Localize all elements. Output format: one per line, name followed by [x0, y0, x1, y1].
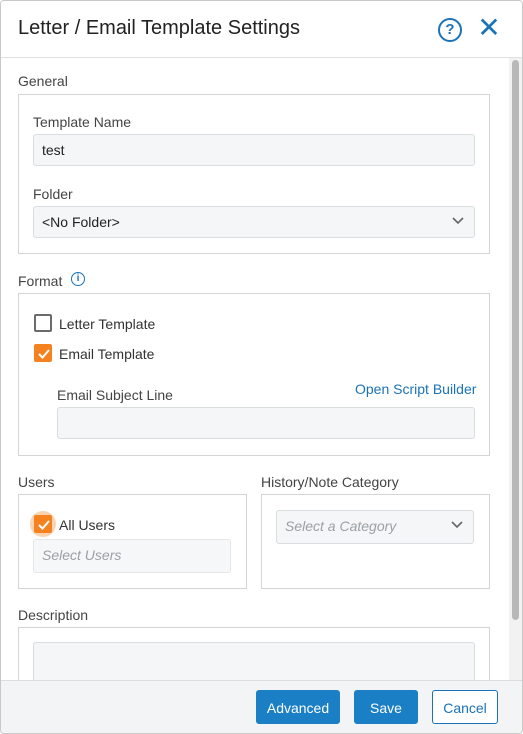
- cancel-button[interactable]: Cancel: [432, 690, 498, 724]
- dialog-title: Letter / Email Template Settings: [18, 17, 300, 39]
- letter-template-checkbox[interactable]: [34, 314, 52, 332]
- history-section-label: History/Note Category: [261, 474, 399, 490]
- general-section-label: General: [18, 73, 68, 89]
- dialog-body: General Template Name test Folder <No Fo…: [1, 58, 509, 680]
- scrollbar[interactable]: [509, 58, 522, 680]
- format-section: Letter Template Email Template Email Sub…: [18, 293, 490, 456]
- email-subject-label: Email Subject Line: [57, 387, 173, 403]
- chevron-down-icon: [452, 217, 464, 225]
- template-name-input[interactable]: test: [33, 134, 475, 166]
- checkmark-icon: [38, 520, 50, 530]
- description-section: [18, 627, 490, 680]
- scrollbar-thumb[interactable]: [512, 60, 519, 620]
- category-select-placeholder: Select a Category: [285, 518, 397, 534]
- all-users-checkbox[interactable]: [34, 515, 52, 533]
- advanced-button[interactable]: Advanced: [256, 690, 340, 724]
- all-users-label: All Users: [59, 517, 116, 533]
- open-script-builder-link[interactable]: Open Script Builder: [355, 381, 476, 397]
- history-section: Select a Category: [261, 494, 490, 589]
- users-section: All Users Select Users: [18, 494, 247, 589]
- template-settings-dialog: Letter / Email Template Settings ? ✕ Gen…: [0, 0, 523, 734]
- folder-label: Folder: [33, 186, 73, 202]
- help-circle-icon[interactable]: ?: [438, 18, 462, 42]
- users-section-label: Users: [18, 474, 55, 490]
- folder-select-value: <No Folder>: [42, 214, 120, 230]
- template-name-label: Template Name: [33, 114, 132, 130]
- dialog-header: Letter / Email Template Settings ? ✕: [1, 1, 522, 58]
- close-icon[interactable]: ✕: [476, 14, 502, 42]
- save-button[interactable]: Save: [354, 690, 418, 724]
- chevron-down-icon: [451, 521, 463, 529]
- description-textarea[interactable]: [33, 642, 475, 680]
- folder-select[interactable]: <No Folder>: [33, 206, 475, 238]
- checkmark-icon: [38, 349, 50, 359]
- category-select[interactable]: Select a Category: [276, 510, 474, 544]
- info-icon[interactable]: i: [71, 272, 85, 286]
- format-section-label: Format: [18, 273, 63, 289]
- description-section-label: Description: [18, 607, 89, 623]
- email-template-label: Email Template: [59, 346, 155, 362]
- email-template-checkbox[interactable]: [34, 344, 52, 362]
- email-subject-input[interactable]: [57, 407, 475, 439]
- letter-template-label: Letter Template: [59, 316, 156, 332]
- select-users-input[interactable]: Select Users: [33, 539, 231, 573]
- dialog-footer: Advanced Save Cancel: [1, 680, 522, 733]
- general-section: Template Name test Folder <No Folder>: [18, 94, 490, 254]
